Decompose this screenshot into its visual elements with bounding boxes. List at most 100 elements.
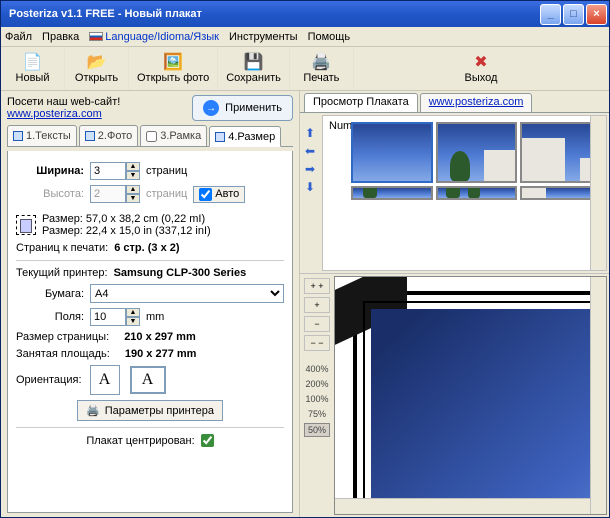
margin-spinner[interactable]: ▲▼ (90, 308, 140, 326)
print-icon: 🖨️ (311, 54, 331, 72)
new-icon: 📄 (23, 54, 43, 72)
thumb-scroll-v[interactable] (590, 116, 606, 270)
page-thumb-1[interactable] (351, 122, 433, 183)
tab-texts[interactable]: 1.Тексты (7, 125, 77, 146)
margin-label: Поля: (16, 311, 84, 323)
titlebar: Posteriza v1.1 FREE - Новый плакат _ □ × (1, 1, 609, 27)
left-tabs: 1.Тексты 2.Фото 3.Рамка 4.Размер (7, 125, 293, 147)
menu-language[interactable]: Language/Idioma/Язык (89, 31, 219, 43)
margin-down[interactable]: ▼ (126, 317, 140, 326)
printer-params-button[interactable]: 🖨️Параметры принтера (77, 400, 223, 421)
zoom-75[interactable]: 75% (308, 408, 326, 420)
height-unit: страниц (146, 188, 187, 200)
menu-tools[interactable]: Инструменты (229, 31, 298, 43)
tab-posteriza-url[interactable]: www.posteriza.com (420, 93, 533, 112)
width-spinner[interactable]: ▲▼ (90, 162, 140, 180)
page-preview (334, 276, 607, 515)
zoom-50[interactable]: 50% (304, 423, 330, 437)
posteriza-link[interactable]: www.posteriza.com (7, 108, 102, 120)
zoom-200[interactable]: 200% (305, 378, 328, 390)
pages-label: Страниц к печати: (16, 242, 108, 254)
preview-scroll-h[interactable] (335, 498, 590, 514)
tool-openphoto[interactable]: 🖼️Открыть фото (129, 47, 218, 90)
paper-label: Бумага: (16, 288, 84, 300)
menu-help[interactable]: Помощь (308, 31, 351, 43)
window-title: Posteriza v1.1 FREE - Новый плакат (5, 8, 540, 20)
orient-landscape[interactable]: A (130, 366, 166, 394)
tool-new[interactable]: 📄Новый (1, 47, 65, 90)
page-thumb-4[interactable] (351, 186, 433, 200)
zoom-out-bottom[interactable]: − − (304, 335, 330, 351)
texts-icon (13, 131, 23, 141)
save-icon: 💾 (244, 54, 264, 72)
tab-size[interactable]: 4.Размер (209, 126, 281, 147)
width-down[interactable]: ▼ (126, 171, 140, 180)
dimension-icon (16, 215, 36, 235)
nav-up-icon[interactable]: ⬆ (302, 125, 318, 141)
height-input (90, 185, 126, 203)
size-icon (215, 132, 225, 142)
frame-check[interactable] (146, 131, 157, 142)
width-label: Ширина: (16, 165, 84, 177)
size-in: Размер: 22,4 x 15,0 in (337,12 inI) (42, 225, 284, 237)
width-up[interactable]: ▲ (126, 162, 140, 171)
printer-icon: 🖨️ (86, 404, 100, 417)
width-unit: страниц (146, 165, 187, 177)
auto-button[interactable]: Авто (193, 186, 245, 203)
minimize-button[interactable]: _ (540, 4, 561, 25)
nav-down-icon[interactable]: ⬇ (302, 179, 318, 195)
nav-right-icon[interactable]: ➡ (302, 161, 318, 177)
flag-icon (89, 32, 103, 41)
zoom-100[interactable]: 100% (305, 393, 328, 405)
page-thumb-5[interactable] (436, 186, 518, 200)
pagesize-value: 210 x 297 mm (124, 331, 196, 343)
orient-portrait[interactable]: A (90, 365, 120, 395)
open-icon: 📂 (87, 54, 107, 72)
used-value: 190 x 277 mm (125, 348, 197, 360)
menubar: Файл Правка Language/Idioma/Язык Инструм… (1, 27, 609, 47)
tool-exit[interactable]: ✖Выход (354, 47, 609, 90)
tab-frame[interactable]: 3.Рамка (140, 125, 207, 146)
zoom-out[interactable]: − (304, 316, 330, 332)
orient-label: Ориентация: (16, 374, 82, 386)
pagesize-label: Размер страницы: (16, 331, 109, 343)
tool-print[interactable]: 🖨️Печать (290, 47, 354, 90)
height-spinner: ▲▼ (90, 185, 140, 203)
toolbar: 📄Новый 📂Открыть 🖼️Открыть фото 💾Сохранит… (1, 47, 609, 91)
printer-label: Текущий принтер: (16, 267, 108, 279)
margin-up[interactable]: ▲ (126, 308, 140, 317)
close-button[interactable]: × (586, 4, 607, 25)
auto-check[interactable] (199, 188, 212, 201)
zoom-400[interactable]: 400% (305, 363, 328, 375)
margin-unit: mm (146, 311, 164, 323)
centered-label: Плакат центрирован: (86, 435, 194, 447)
height-label: Высота: (16, 188, 84, 200)
preview-scroll-v[interactable] (590, 277, 606, 514)
openphoto-icon: 🖼️ (163, 54, 183, 72)
tool-save[interactable]: 💾Сохранить (218, 47, 290, 90)
printer-value: Samsung CLP-300 Series (114, 267, 247, 279)
apply-button[interactable]: → Применить (192, 95, 293, 121)
num-label: Num (329, 120, 352, 132)
width-input[interactable] (90, 162, 126, 180)
paper-select[interactable]: A4 (90, 284, 284, 303)
exit-icon: ✖ (474, 54, 487, 72)
menu-edit[interactable]: Правка (42, 31, 79, 43)
tab-preview[interactable]: Просмотр Плаката (304, 93, 418, 112)
tool-open[interactable]: 📂Открыть (65, 47, 129, 90)
visit-label: Посети наш web-сайт! (7, 96, 188, 108)
centered-check[interactable] (201, 434, 214, 447)
zoom-in[interactable]: + (304, 297, 330, 313)
page-thumb-2[interactable] (436, 122, 518, 183)
apply-icon: → (203, 100, 219, 116)
margin-input[interactable] (90, 308, 126, 326)
pages-value: 6 стр. (3 x 2) (114, 242, 179, 254)
nav-left-icon[interactable]: ⬅ (302, 143, 318, 159)
size-cm: Размер: 57,0 x 38,2 cm (0,22 mI) (42, 213, 284, 225)
thumbnail-grid: Num (322, 115, 607, 271)
tab-photo[interactable]: 2.Фото (79, 125, 138, 146)
zoom-in-top[interactable]: + + (304, 278, 330, 294)
menu-file[interactable]: Файл (5, 31, 32, 43)
used-label: Занятая площадь: (16, 348, 110, 360)
maximize-button[interactable]: □ (563, 4, 584, 25)
